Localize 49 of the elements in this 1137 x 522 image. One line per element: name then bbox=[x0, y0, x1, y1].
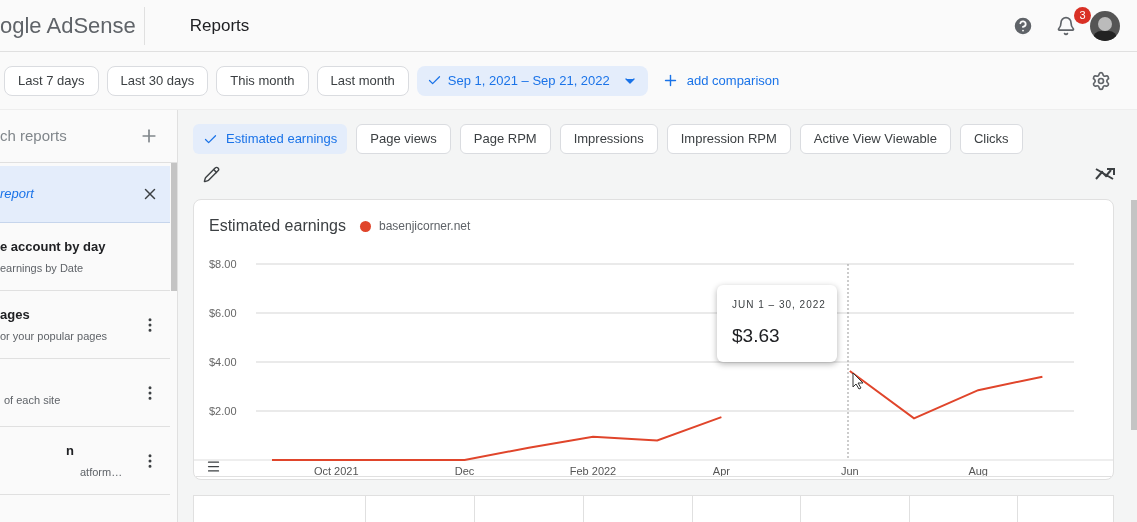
date-range-chip[interactable]: Last 30 days bbox=[106, 65, 209, 96]
scrollbar[interactable] bbox=[171, 163, 177, 291]
x-tick-label: Apr bbox=[712, 465, 730, 477]
report-title: n bbox=[65, 442, 75, 460]
notification-badge: 3 bbox=[1074, 6, 1091, 24]
tooltip-value: $3.63 bbox=[732, 324, 781, 348]
report-list-item[interactable]: report bbox=[0, 166, 170, 223]
report-description: or your popular pages bbox=[0, 328, 107, 344]
metric-chip[interactable]: Page RPM bbox=[459, 124, 551, 154]
menu-icon[interactable] bbox=[206, 459, 221, 474]
metric-chip[interactable]: Active View Viewable bbox=[799, 124, 951, 154]
logo: ogle AdSense bbox=[0, 12, 136, 40]
x-tick-label: Jun bbox=[840, 465, 859, 477]
date-range-chip[interactable]: This month bbox=[216, 65, 309, 96]
report-description: atform… bbox=[79, 464, 123, 480]
report-title: e account by day bbox=[0, 238, 106, 256]
x-tick-label: Dec bbox=[454, 465, 475, 477]
x-tick-label: Feb 2022 bbox=[569, 465, 617, 477]
page-title: Reports bbox=[189, 14, 250, 37]
y-tick-label: $6.00 bbox=[209, 307, 237, 319]
metric-chip[interactable]: Page views bbox=[356, 124, 451, 154]
y-tick-label: $8.00 bbox=[209, 258, 237, 270]
metric-chip[interactable]: Impression RPM bbox=[666, 124, 791, 154]
y-tick-label: $4.00 bbox=[209, 356, 237, 368]
chart-title: Estimated earnings bbox=[209, 216, 346, 236]
edit-icon[interactable] bbox=[203, 165, 220, 183]
add-comparison-link[interactable]: add comparison bbox=[661, 70, 780, 91]
report-title: ages bbox=[0, 306, 31, 324]
scrollbar[interactable] bbox=[1131, 200, 1137, 430]
metric-chip[interactable]: Estimated earnings bbox=[193, 124, 348, 154]
legend-label: basenjicorner.net bbox=[378, 218, 471, 235]
date-range-chip[interactable]: Sep 1, 2021 – Sep 21, 2022 bbox=[416, 65, 648, 96]
avatar[interactable] bbox=[1090, 10, 1120, 41]
x-tick-label: Oct 2021 bbox=[313, 465, 359, 477]
settings-icon[interactable] bbox=[1091, 70, 1111, 91]
date-range-chip[interactable]: Last month bbox=[316, 65, 409, 96]
y-tick-label: $2.00 bbox=[209, 405, 237, 417]
report-description: earnings by Date bbox=[0, 260, 85, 276]
trend-icon[interactable] bbox=[1095, 167, 1115, 181]
metric-chip[interactable]: Clicks bbox=[959, 124, 1023, 154]
report-description: of each site bbox=[3, 393, 61, 409]
report-title: report bbox=[0, 185, 34, 204]
metric-chip[interactable]: Impressions bbox=[559, 124, 658, 154]
date-range-chip[interactable]: Last 7 days bbox=[4, 65, 99, 96]
help-icon[interactable] bbox=[1012, 14, 1034, 37]
search-field[interactable]: ch reports bbox=[0, 124, 139, 148]
notifications-button[interactable] bbox=[1056, 15, 1076, 36]
pointer-icon bbox=[852, 372, 864, 390]
tooltip-period: JUN 1 – 30, 2022 bbox=[732, 298, 827, 312]
